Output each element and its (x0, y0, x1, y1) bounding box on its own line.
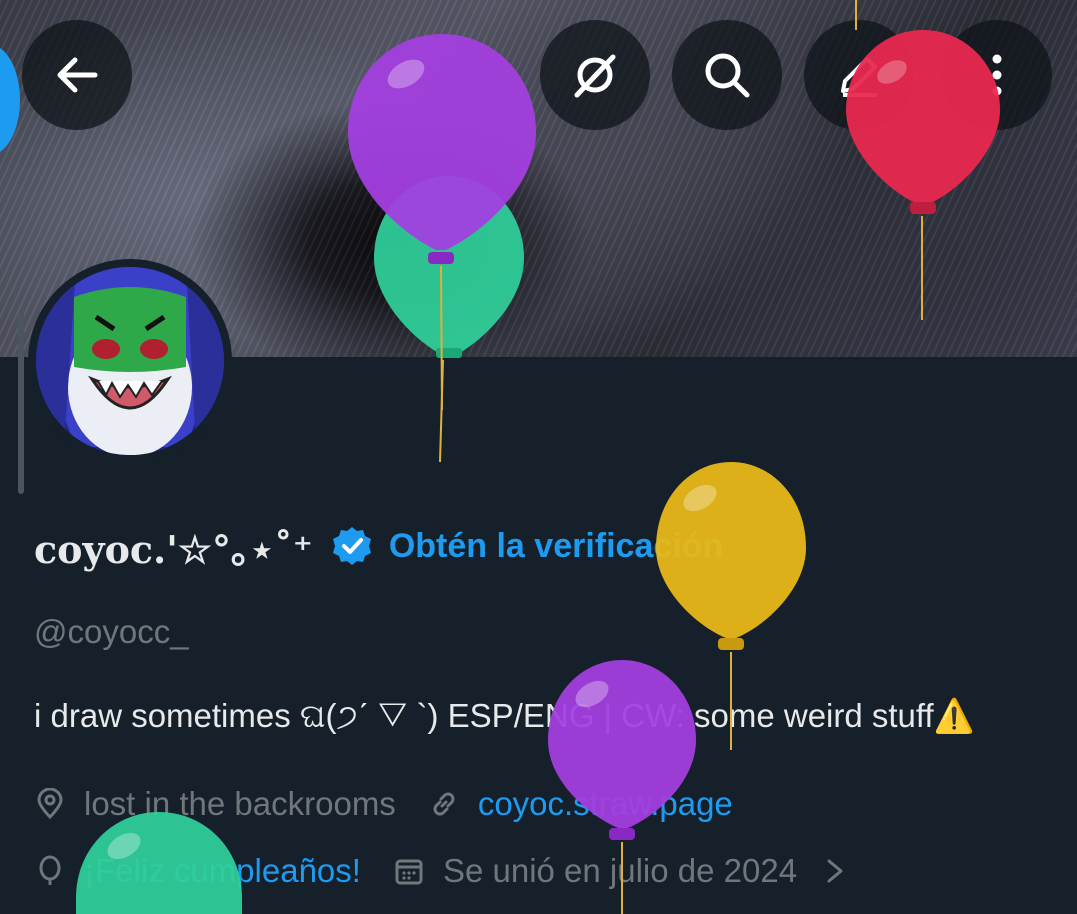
grok-icon (574, 54, 616, 98)
avatar[interactable] (28, 259, 232, 463)
scroll-indicator[interactable] (18, 312, 24, 494)
search-icon (705, 53, 750, 98)
balloon-icon (39, 855, 61, 885)
search-button[interactable] (672, 20, 782, 130)
chevron-right-icon[interactable] (823, 855, 847, 887)
name-row: coyoc.'☆°｡⋆˚⁺ Obtén la verificación (34, 519, 723, 573)
back-button[interactable] (22, 20, 132, 130)
balloon-decoration (548, 660, 696, 914)
verified-badge-icon[interactable] (331, 525, 373, 567)
link-icon (433, 792, 455, 816)
balloon-decoration (846, 0, 1000, 320)
avatar-image (36, 267, 224, 455)
display-name: coyoc.'☆°｡⋆˚⁺ (34, 526, 313, 572)
arrow-left-icon (57, 57, 98, 93)
bio: i draw sometimes ଘ(੭ˊ ▽ `) ESP/ENG | CW:… (34, 697, 975, 734)
location-pin-icon (37, 788, 63, 820)
grok-button[interactable] (540, 20, 650, 130)
handle: @coyocc_ (34, 613, 189, 650)
balloon-decoration (76, 812, 242, 914)
balloon-decoration (348, 34, 536, 411)
calendar-icon (395, 859, 423, 885)
